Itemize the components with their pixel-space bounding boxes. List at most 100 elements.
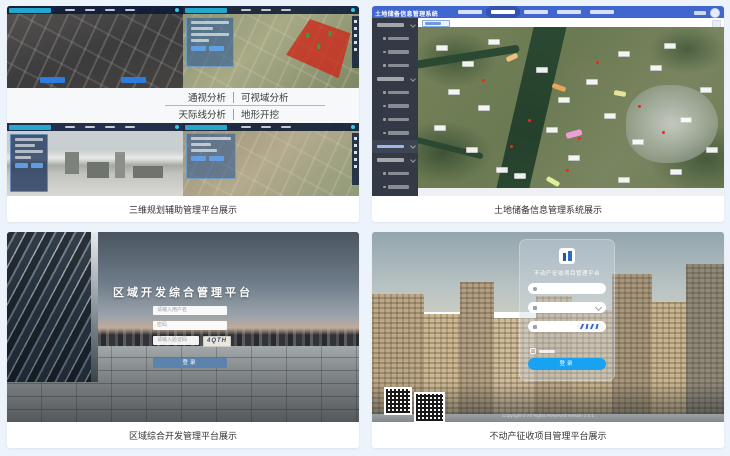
lake-area xyxy=(626,85,718,163)
password-input[interactable]: 密码 xyxy=(153,321,227,330)
sidebar-item[interactable] xyxy=(372,113,418,127)
quad-title-chip xyxy=(185,125,227,130)
regional-screenshot: 区域开发综合管理平台 请输入用户名 密码 请输入验证码 4QTH 登录 xyxy=(7,232,359,422)
login-panel: 不动产征收项目管理平台 登录 xyxy=(519,239,615,381)
glass-building xyxy=(7,232,95,382)
quad-header xyxy=(7,6,183,14)
copyright-text: Copyright © All Rights Reserved Version … xyxy=(372,413,724,418)
map-label-chip xyxy=(546,127,558,133)
panel-row xyxy=(191,143,211,146)
glass-building-edge xyxy=(91,232,98,382)
analysis-button[interactable] xyxy=(40,77,65,83)
login-title: 不动产征收项目管理平台 xyxy=(519,269,615,277)
remember-checkbox[interactable] xyxy=(530,348,555,354)
captcha-input[interactable]: 请输入验证码 xyxy=(153,336,199,345)
caption-land-reserve: 土地储备信息管理系统展示 xyxy=(372,196,724,222)
nav-item-active[interactable] xyxy=(491,10,515,14)
excavation-panel[interactable] xyxy=(186,133,236,179)
map-toolbar[interactable] xyxy=(352,16,359,68)
sidebar-item-active[interactable] xyxy=(372,140,418,154)
captcha-input[interactable] xyxy=(528,321,606,332)
visible-marker xyxy=(306,33,310,38)
map-label-chip xyxy=(604,113,616,119)
map-label-chip xyxy=(670,169,682,175)
panel-button[interactable] xyxy=(209,46,224,51)
satellite-map[interactable] xyxy=(418,27,724,188)
building-silhouette xyxy=(65,152,79,174)
captcha-image[interactable]: 4QTH xyxy=(203,336,231,347)
nav-item[interactable] xyxy=(557,10,581,14)
menu-dash xyxy=(105,9,115,11)
planning-screenshot: 通视分析 可视域分析 天际线分析 地形开挖 xyxy=(7,6,359,196)
analysis-label-band: 通视分析 可视域分析 天际线分析 地形开挖 xyxy=(7,88,359,123)
login-button[interactable]: 登录 xyxy=(528,358,606,370)
panel-row xyxy=(191,33,229,36)
nav-item[interactable] xyxy=(590,10,614,14)
map-status-strip xyxy=(418,188,724,196)
nav-item[interactable] xyxy=(524,10,548,14)
map-point-marker xyxy=(510,145,513,148)
app-logo-icon xyxy=(559,248,575,264)
login-button[interactable]: 登录 xyxy=(153,358,227,368)
map-label-chip xyxy=(448,89,460,95)
shield-icon xyxy=(533,325,537,329)
card-real-estate: 不动产征收项目管理平台 登录 Copyright © xyxy=(372,232,724,448)
visible-marker xyxy=(328,31,332,36)
menu-dash xyxy=(241,126,251,128)
username-input[interactable]: 请输入用户名 xyxy=(153,306,227,315)
map-toolbar[interactable] xyxy=(352,133,359,185)
quad-header xyxy=(183,6,359,14)
sidebar-item[interactable] xyxy=(372,18,418,32)
org-select[interactable] xyxy=(528,302,606,313)
map-label-chip xyxy=(650,65,662,71)
map-point-marker xyxy=(482,79,485,82)
sidebar-item[interactable] xyxy=(372,45,418,59)
layer-tag[interactable] xyxy=(422,20,450,27)
map-label-chip xyxy=(558,97,570,103)
analysis-panel[interactable] xyxy=(186,17,234,67)
login-title: 区域开发综合管理平台 xyxy=(7,284,359,300)
menu-dash xyxy=(261,126,271,128)
sidebar-item[interactable] xyxy=(372,153,418,167)
captcha-image[interactable] xyxy=(577,323,603,331)
card-regional-dev: 区域开发综合管理平台 请输入用户名 密码 请输入验证码 4QTH 登录 区域综合… xyxy=(7,232,359,448)
username-input[interactable] xyxy=(528,283,606,294)
sidebar-item[interactable] xyxy=(372,86,418,100)
panel-row xyxy=(15,144,35,147)
panel-row xyxy=(15,138,43,141)
panel-button[interactable] xyxy=(31,163,44,168)
quad-viewshed-analysis xyxy=(183,6,359,88)
menu-dash xyxy=(85,126,95,128)
map-label-chip xyxy=(680,117,692,123)
panel-button[interactable] xyxy=(191,46,206,51)
map-label-chip xyxy=(700,87,712,93)
panel-button[interactable] xyxy=(209,156,224,161)
building-silhouette xyxy=(133,166,163,178)
menu-dash xyxy=(281,126,291,128)
analysis-button[interactable] xyxy=(121,77,146,83)
parcel-highlight xyxy=(546,176,561,187)
panel-button[interactable] xyxy=(15,163,28,168)
quad-skyline-analysis xyxy=(7,123,183,196)
map-label-chip xyxy=(664,43,676,49)
nav-item[interactable] xyxy=(458,10,482,14)
map-point-marker xyxy=(566,169,569,172)
sidebar-item[interactable] xyxy=(372,167,418,181)
avatar[interactable] xyxy=(710,8,720,18)
sidebar-item[interactable] xyxy=(372,72,418,86)
panel-button[interactable] xyxy=(191,156,206,161)
map-label-chip xyxy=(618,177,630,183)
map-label-chip xyxy=(488,39,500,45)
visible-marker xyxy=(317,44,321,49)
panel-row xyxy=(191,137,231,140)
sidebar-item[interactable] xyxy=(372,180,418,194)
estate-screenshot: 不动产征收项目管理平台 登录 Copyright © xyxy=(372,232,724,422)
label-terrain-excavation: 地形开挖 xyxy=(234,107,279,121)
sidebar-item[interactable] xyxy=(372,59,418,73)
skyline-panel[interactable] xyxy=(10,134,48,192)
map-point-marker xyxy=(596,61,599,64)
sidebar-item[interactable] xyxy=(372,99,418,113)
header-dot-icon xyxy=(175,125,179,129)
sidebar-item[interactable] xyxy=(372,126,418,140)
sidebar-item[interactable] xyxy=(372,32,418,46)
